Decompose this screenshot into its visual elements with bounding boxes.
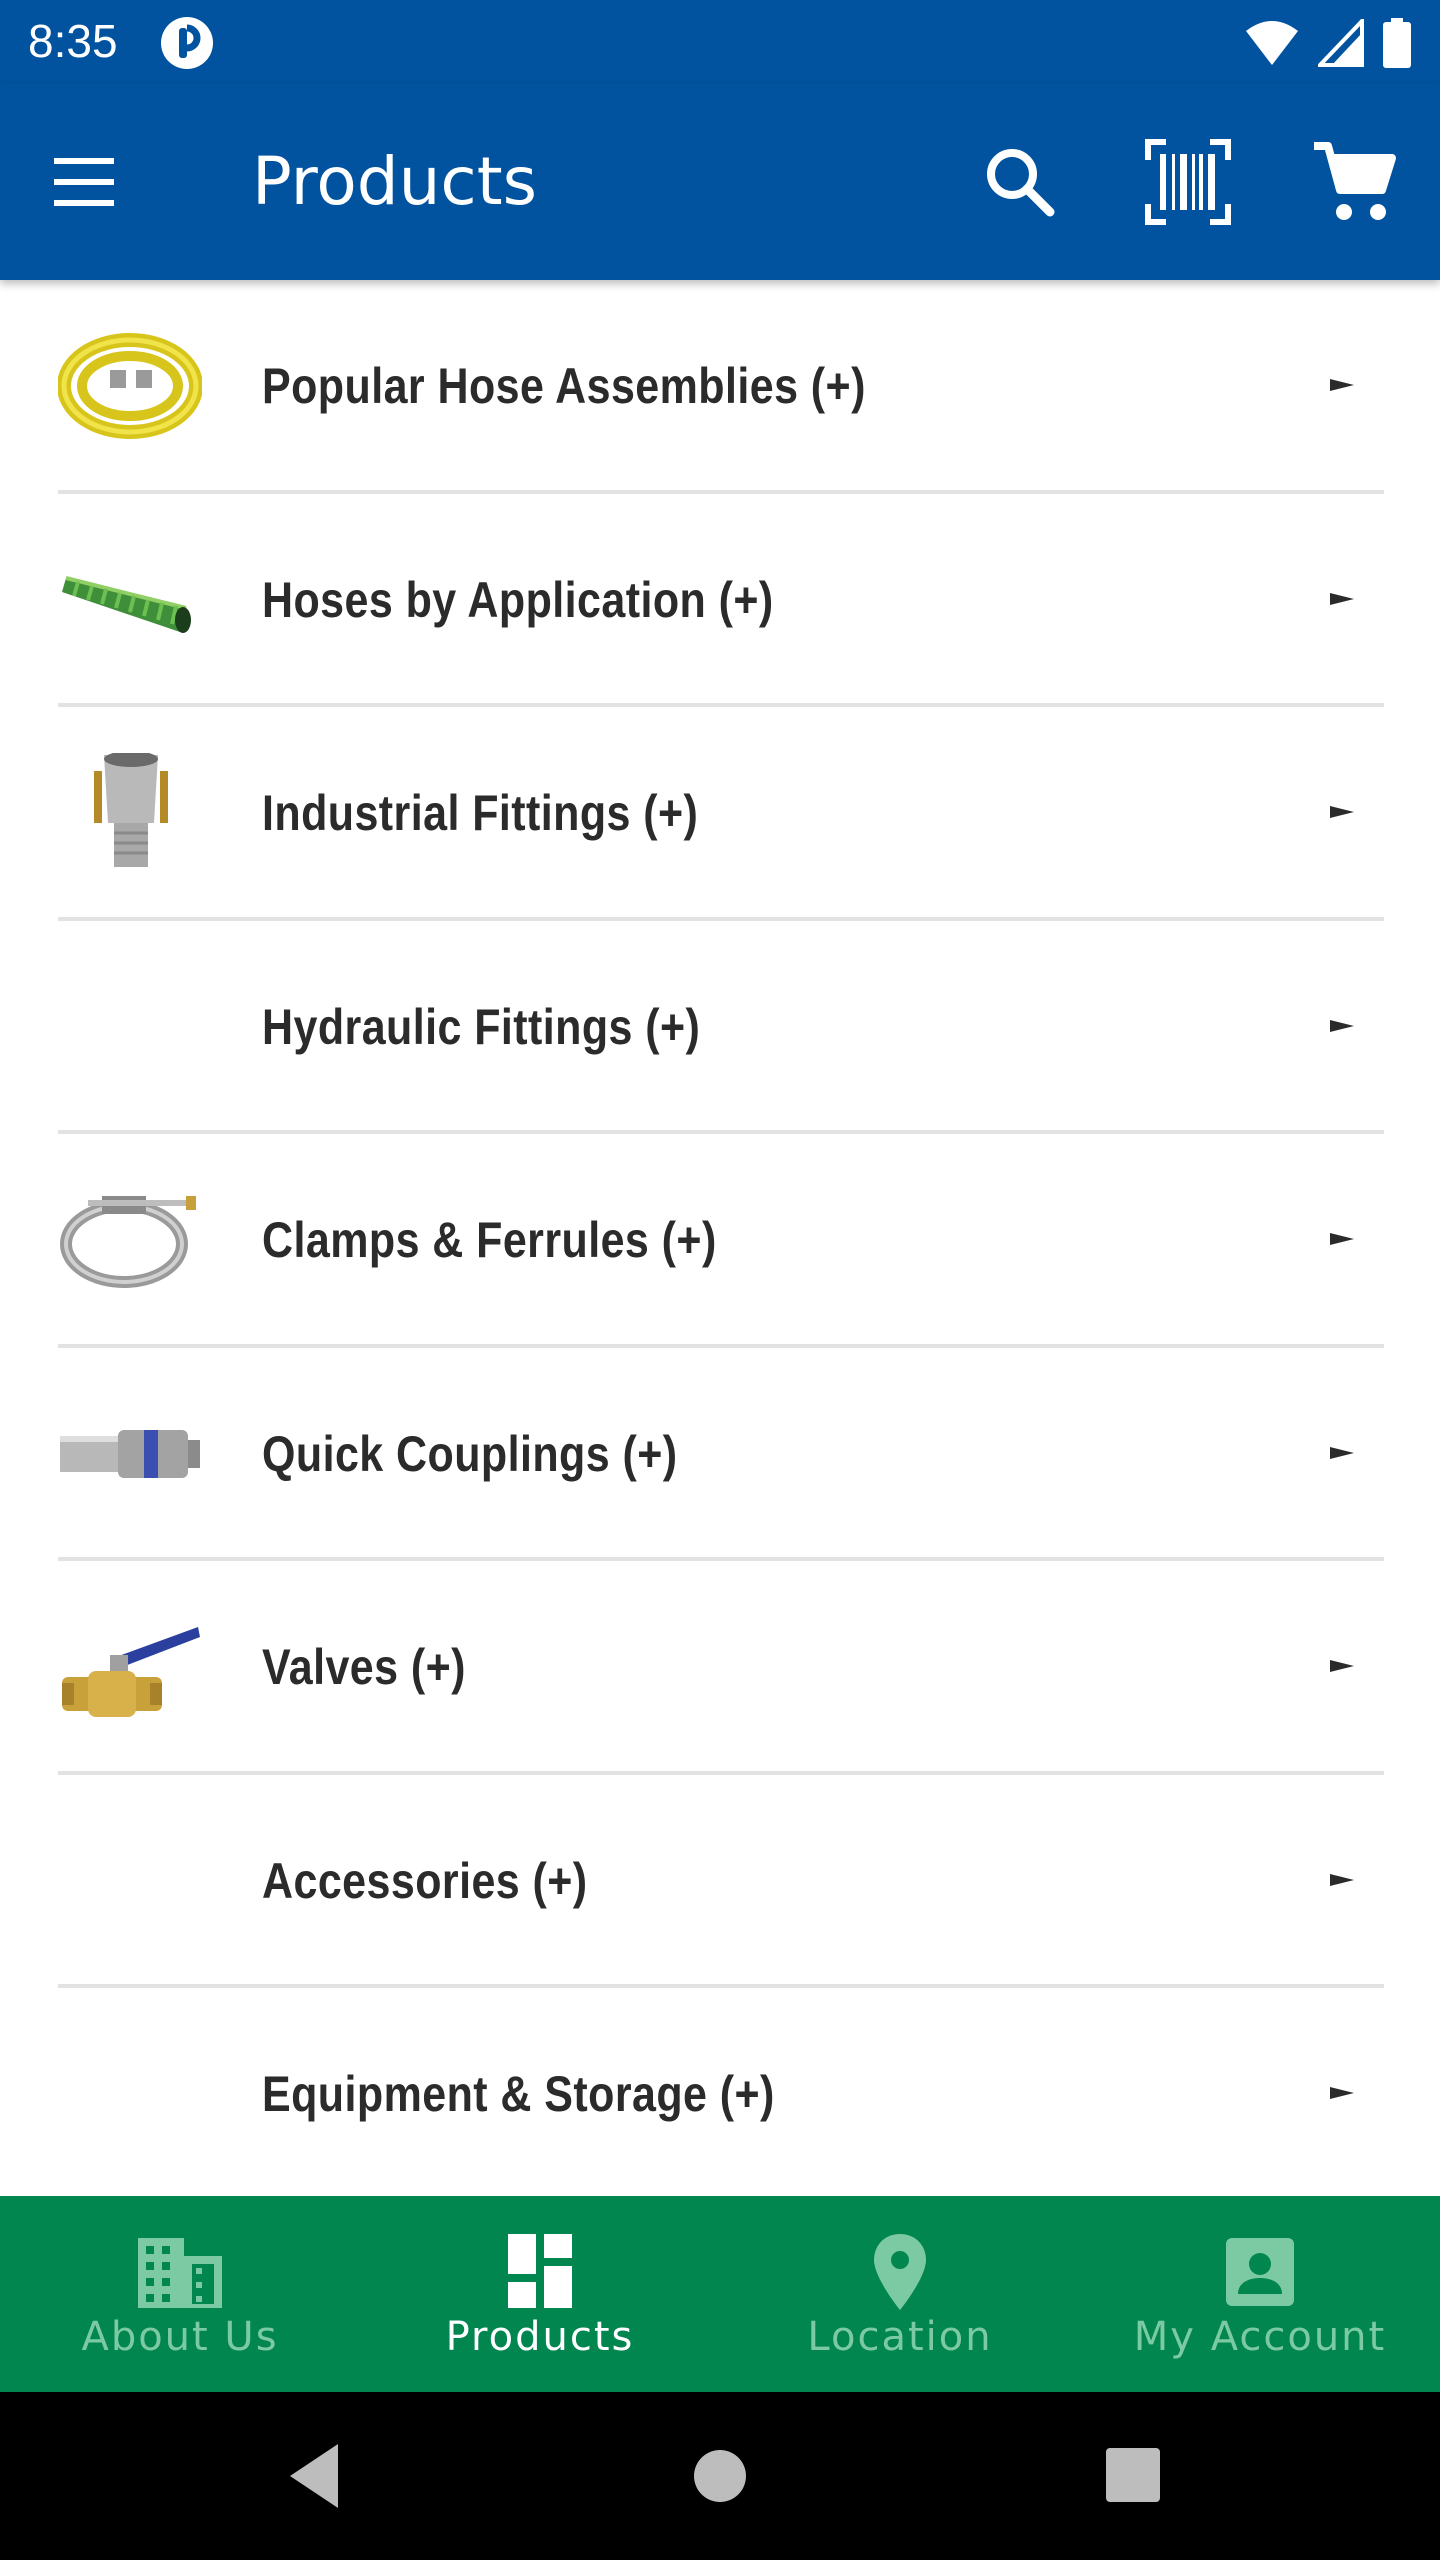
home-icon[interactable] [676, 2432, 764, 2520]
list-item-quick-couplings[interactable]: Quick Couplings (+) [0, 1348, 1440, 1561]
building-icon [138, 2238, 222, 2308]
list-item-label: Popular Hose Assemblies (+) [262, 358, 866, 414]
chevron-right-icon [1330, 379, 1354, 391]
list-item-label: Quick Couplings (+) [262, 1425, 678, 1482]
list-item-industrial-fittings[interactable]: Industrial Fittings (+) [0, 707, 1440, 921]
battery-icon [1383, 18, 1411, 68]
tab-label: My Account [1133, 2314, 1387, 2360]
tab-about-us[interactable]: About Us [0, 2196, 360, 2392]
tab-label: Products [445, 2314, 635, 2360]
app-notification-icon [161, 17, 213, 69]
system-navigation-bar [0, 2392, 1440, 2560]
list-item-accessories[interactable]: Accessories (+) [0, 1775, 1440, 1988]
list-item-valves[interactable]: Valves (+) [0, 1561, 1440, 1775]
t-bolt-clamp-image [60, 1196, 196, 1288]
tab-label: Location [807, 2314, 993, 2360]
barcode-scan-icon[interactable] [1144, 138, 1232, 226]
status-right-icons [1244, 16, 1412, 70]
cart-icon[interactable] [1310, 138, 1398, 226]
chevron-right-icon [1330, 1446, 1354, 1459]
list-item-equipment-storage[interactable]: Equipment & Storage (+) [0, 1988, 1440, 2202]
back-icon[interactable] [274, 2432, 362, 2520]
page-title: Products [252, 143, 537, 220]
menu-icon[interactable] [44, 142, 124, 222]
tab-label: About Us [81, 2314, 279, 2360]
search-icon[interactable] [976, 138, 1064, 226]
list-item-label: Clamps & Ferrules (+) [262, 1212, 717, 1268]
list-item-label: Industrial Fittings (+) [262, 785, 699, 841]
chevron-right-icon [1330, 592, 1354, 605]
ball-valve-image [62, 1627, 200, 1717]
recents-icon[interactable] [1090, 2432, 1178, 2520]
product-category-list: Popular Hose Assemblies (+) Hoses by App… [0, 280, 1440, 2202]
chevron-right-icon [1330, 1660, 1354, 1672]
list-item-popular-hose-assemblies[interactable]: Popular Hose Assemblies (+) [0, 280, 1440, 494]
chevron-right-icon [1330, 1233, 1354, 1245]
list-item-label: Hoses by Application (+) [262, 571, 774, 628]
tab-location[interactable]: Location [720, 2196, 1080, 2392]
chevron-right-icon [1330, 2087, 1354, 2099]
tab-my-account[interactable]: My Account [1080, 2196, 1440, 2392]
list-item-hoses-by-application[interactable]: Hoses by Application (+) [0, 494, 1440, 707]
status-bar: 8:35 [0, 0, 1440, 84]
status-time: 8:35 [28, 15, 118, 67]
list-item-hydraulic-fittings[interactable]: Hydraulic Fittings (+) [0, 921, 1440, 1134]
chevron-right-icon [1330, 1019, 1354, 1032]
bottom-navigation: About Us Products Location My Account [0, 2196, 1440, 2392]
chevron-right-icon [1330, 806, 1354, 818]
list-item-label: Valves (+) [262, 1639, 466, 1695]
list-item-clamps-ferrules[interactable]: Clamps & Ferrules (+) [0, 1134, 1440, 1348]
list-item-label: Accessories (+) [262, 1852, 588, 1909]
dashboard-icon [508, 2234, 572, 2308]
yellow-hose-coil-image [58, 333, 202, 439]
app-bar: Products [0, 84, 1440, 280]
list-item-label: Hydraulic Fittings (+) [262, 998, 701, 1055]
location-pin-icon [874, 2234, 926, 2310]
quick-coupler-image [60, 1429, 200, 1478]
camlock-fitting-image [94, 753, 168, 867]
wifi-icon [1246, 21, 1298, 65]
account-box-icon [1226, 2238, 1294, 2306]
tab-products[interactable]: Products [360, 2196, 720, 2392]
list-item-label: Equipment & Storage (+) [262, 2066, 775, 2122]
green-suction-hose-image [62, 575, 191, 633]
signal-icon [1318, 19, 1364, 67]
chevron-right-icon [1330, 1873, 1354, 1886]
